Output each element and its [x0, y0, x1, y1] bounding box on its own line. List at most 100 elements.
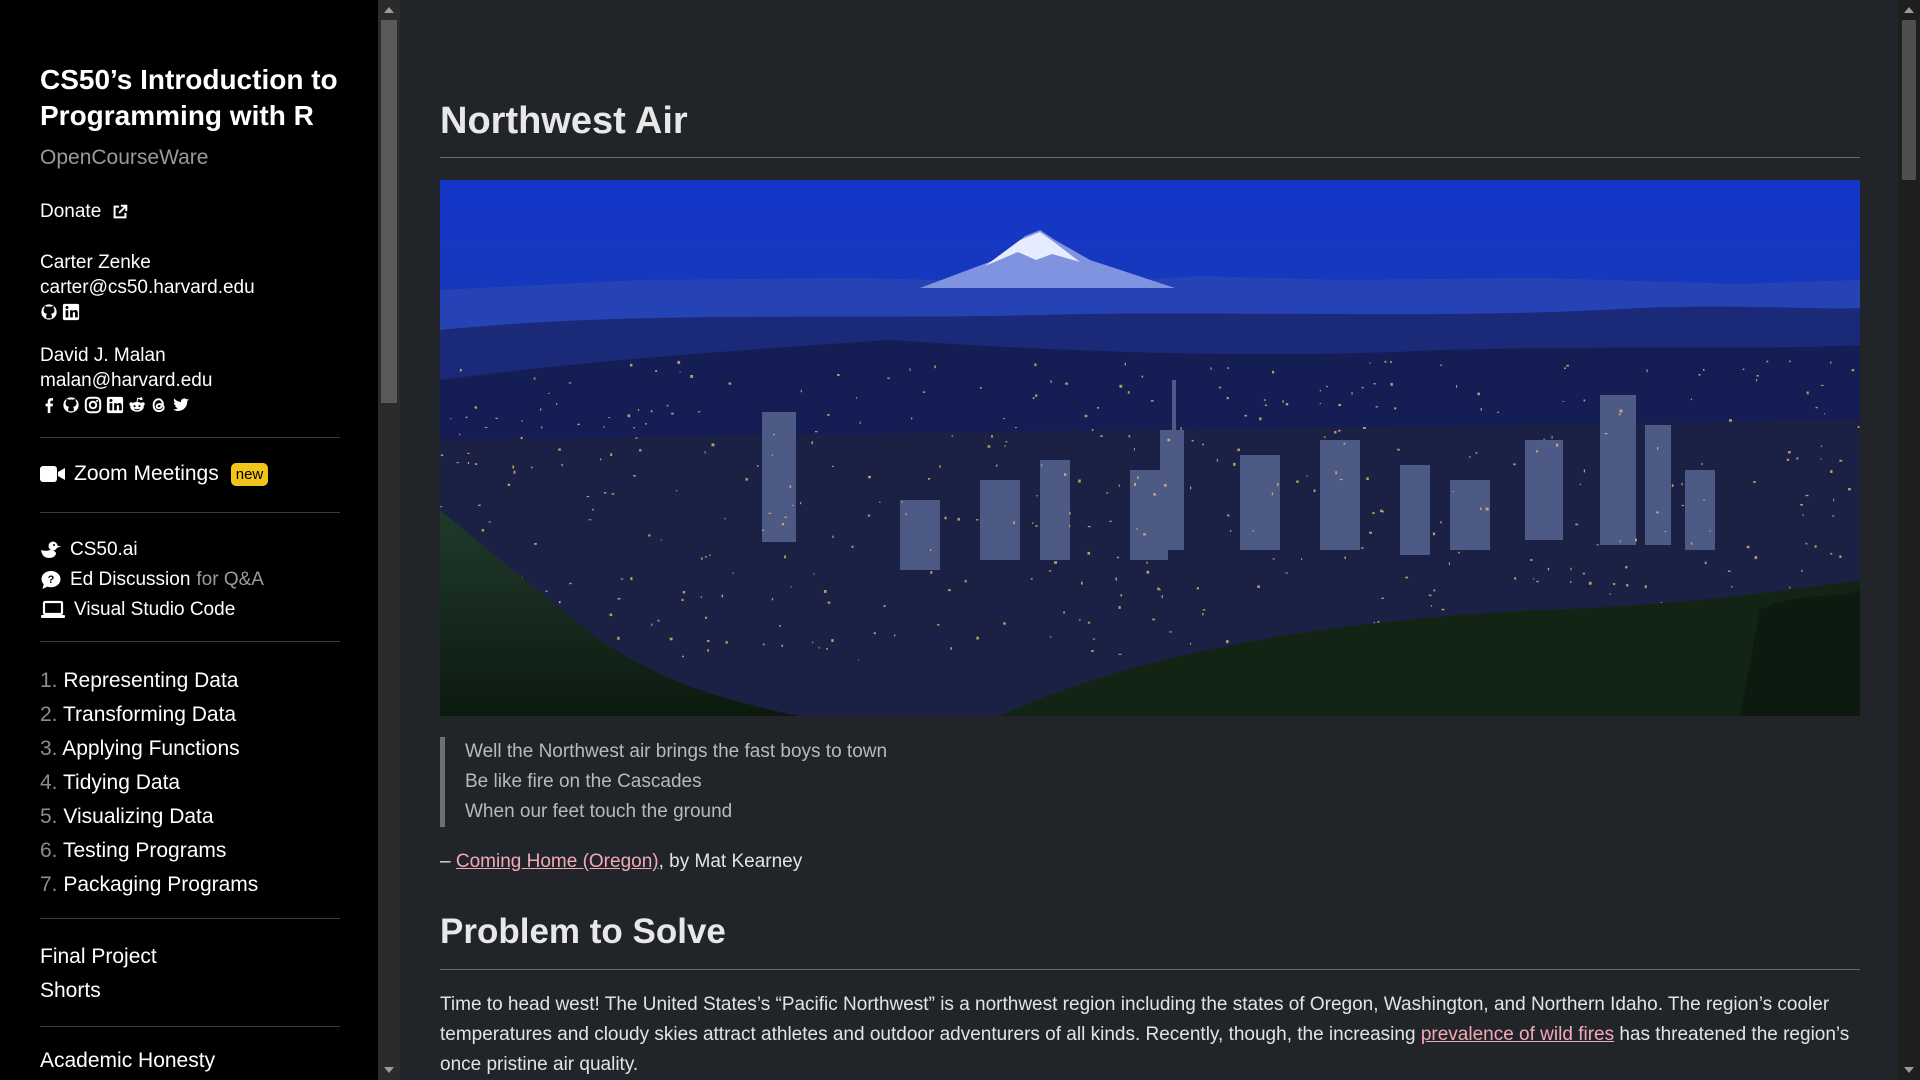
city-light: [762, 643, 765, 646]
city-light: [1746, 545, 1750, 549]
donate-link[interactable]: Donate: [40, 201, 129, 223]
city-light: [675, 490, 678, 492]
city-light: [1334, 431, 1337, 434]
city-light: [682, 655, 684, 658]
city-light: [645, 423, 647, 425]
city-light: [867, 514, 871, 517]
tool-ed-discussion[interactable]: ? Ed Discussion for Q&A: [40, 565, 264, 595]
city-light: [987, 445, 991, 448]
tool-vscode[interactable]: Visual Studio Code: [40, 595, 264, 625]
city-light: [995, 464, 998, 467]
facebook-icon[interactable]: [40, 396, 58, 414]
city-light: [858, 659, 860, 661]
city-light: [1390, 382, 1393, 386]
city-light: [512, 465, 515, 469]
shorts-link[interactable]: Shorts: [40, 974, 157, 1008]
sidebar-scrollbar[interactable]: [378, 0, 400, 1080]
lecture-link[interactable]: 7. Packaging Programs: [40, 868, 258, 902]
github-icon[interactable]: [62, 396, 80, 414]
city-light: [761, 529, 765, 531]
zoom-meetings-link[interactable]: Zoom Meetings new: [40, 462, 269, 486]
tools-list: CS50.ai ? Ed Discussion for Q&A Visual S…: [40, 535, 264, 625]
lecture-link[interactable]: 5. Visualizing Data: [40, 800, 258, 834]
city-light: [1285, 572, 1288, 574]
person-email[interactable]: carter@cs50.harvard.edu: [40, 275, 255, 300]
city-light: [883, 605, 886, 608]
city-light: [1087, 621, 1091, 624]
lecture-link[interactable]: 3. Applying Functions: [40, 732, 258, 766]
city-light: [700, 596, 702, 598]
city-light: [1136, 528, 1138, 530]
city-light: [467, 462, 470, 464]
city-light: [1671, 484, 1674, 487]
city-light: [705, 616, 708, 619]
scrollbar-thumb[interactable]: [1902, 20, 1916, 180]
lecture-link[interactable]: 6. Testing Programs: [40, 834, 258, 868]
scroll-down-arrow-icon[interactable]: [384, 1067, 394, 1073]
city-light: [1588, 581, 1592, 585]
city-light: [1003, 418, 1005, 420]
city-light: [991, 434, 993, 438]
lecture-number: 3.: [40, 737, 58, 760]
city-light: [1381, 597, 1384, 599]
hero-image-portland-skyline: [440, 180, 1860, 716]
city-light: [1032, 522, 1034, 524]
lecture-list: 1. Representing Data 2. Transforming Dat…: [40, 664, 258, 902]
city-light: [1372, 512, 1375, 514]
lecture-link[interactable]: 2. Transforming Data: [40, 698, 258, 732]
lecture-number: 1.: [40, 669, 58, 692]
reddit-icon[interactable]: [128, 396, 146, 414]
city-light: [707, 640, 710, 642]
city-light: [558, 448, 561, 451]
lecture-link[interactable]: 4. Tidying Data: [40, 766, 258, 800]
city-light: [811, 441, 813, 445]
problem-paragraph: Time to head west! The United States’s “…: [440, 990, 1860, 1080]
duck-icon: [41, 541, 61, 558]
song-link[interactable]: Coming Home (Oregon): [456, 851, 659, 872]
city-light: [1036, 495, 1038, 497]
city-light: [1690, 398, 1692, 401]
linkedin-icon[interactable]: [62, 303, 80, 321]
city-light: [1789, 360, 1791, 363]
twitter-icon[interactable]: [172, 396, 190, 414]
city-light: [1124, 362, 1126, 366]
course-subtitle[interactable]: OpenCourseWare: [40, 146, 208, 170]
scroll-up-arrow-icon[interactable]: [1904, 7, 1914, 13]
section-title-problem: Problem to Solve: [440, 912, 726, 951]
city-light: [1158, 588, 1161, 591]
academic-honesty-link[interactable]: Academic Honesty: [40, 1049, 215, 1073]
scroll-down-arrow-icon[interactable]: [1904, 1067, 1914, 1073]
course-title[interactable]: CS50’s Introduction to Programming with …: [40, 62, 340, 134]
page-scrollbar[interactable]: [1898, 0, 1920, 1080]
city-light: [1575, 523, 1579, 526]
github-icon[interactable]: [40, 303, 58, 321]
city-light: [1570, 567, 1572, 571]
city-light: [1619, 540, 1621, 543]
city-light: [1551, 436, 1553, 439]
city-light: [450, 418, 452, 420]
person-name: Carter Zenke: [40, 252, 151, 273]
city-light: [1440, 364, 1442, 367]
threads-icon[interactable]: [150, 396, 168, 414]
city-light: [1753, 481, 1756, 483]
divider: [40, 437, 340, 438]
city-light: [1202, 609, 1206, 611]
city-light: [1191, 439, 1194, 442]
city-light: [1452, 491, 1455, 492]
lecture-link[interactable]: 1. Representing Data: [40, 664, 258, 698]
scrollbar-thumb[interactable]: [381, 20, 397, 403]
city-light: [1806, 391, 1809, 395]
city-light: [1703, 368, 1705, 371]
tool-cs50-ai[interactable]: CS50.ai: [40, 535, 264, 565]
city-light: [728, 382, 732, 385]
final-project-link[interactable]: Final Project: [40, 940, 157, 974]
song-quote: Well the Northwest air brings the fast b…: [440, 737, 887, 827]
city-light: [1004, 445, 1006, 447]
person-email[interactable]: malan@harvard.edu: [40, 368, 212, 393]
scroll-up-arrow-icon[interactable]: [384, 7, 394, 13]
linkedin-icon[interactable]: [106, 396, 124, 414]
wildfires-link[interactable]: prevalence of wild fires: [1421, 1024, 1614, 1045]
city-light: [478, 504, 481, 506]
instagram-icon[interactable]: [84, 396, 102, 414]
city-light: [1754, 556, 1758, 560]
